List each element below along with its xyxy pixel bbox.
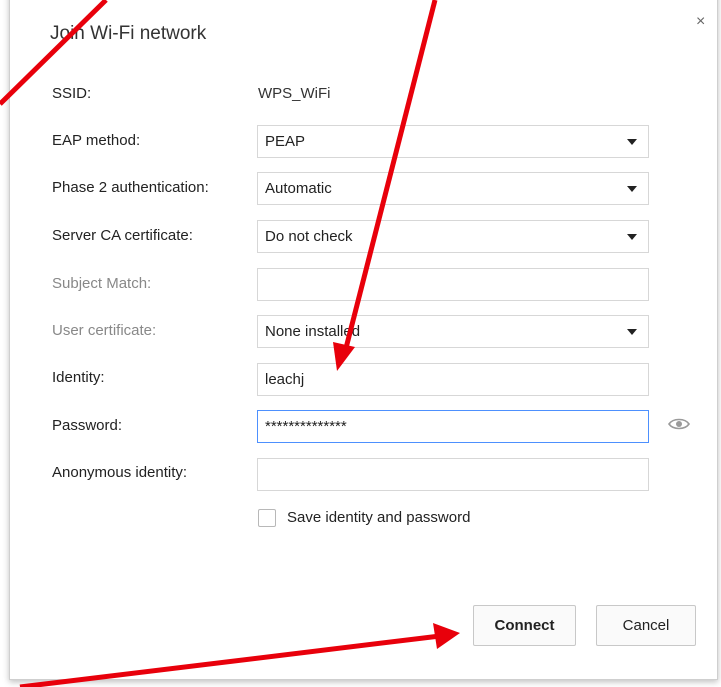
dialog-title: Join Wi-Fi network — [50, 23, 207, 44]
password-label: Password: — [52, 417, 123, 434]
caret-down-icon — [627, 139, 637, 145]
anonymous-identity-input[interactable] — [257, 458, 649, 491]
server-ca-select[interactable]: Do not check — [257, 220, 649, 253]
join-wifi-dialog: Join Wi-Fi network × SSID: WPS_WiFi EAP … — [9, 0, 718, 680]
identity-input[interactable]: leachj — [257, 363, 649, 396]
eye-icon[interactable] — [668, 416, 690, 432]
cancel-button[interactable]: Cancel — [596, 605, 696, 646]
phase2-label: Phase 2 authentication: — [52, 179, 209, 196]
save-credentials-label[interactable]: Save identity and password — [287, 509, 470, 526]
caret-down-icon — [627, 234, 637, 240]
phase2-value: Automatic — [265, 180, 332, 197]
save-credentials-checkbox[interactable] — [258, 509, 276, 527]
connect-button[interactable]: Connect — [473, 605, 576, 646]
eap-method-select[interactable]: PEAP — [257, 125, 649, 158]
eap-method-value: PEAP — [265, 133, 306, 150]
server-ca-label: Server CA certificate: — [52, 227, 193, 244]
server-ca-value: Do not check — [265, 228, 353, 245]
phase2-select[interactable]: Automatic — [257, 172, 649, 205]
user-certificate-label: User certificate: — [52, 322, 157, 339]
user-certificate-value: None installed — [265, 323, 361, 340]
close-icon[interactable]: × — [696, 13, 705, 31]
eap-method-label: EAP method: — [52, 132, 141, 149]
caret-down-icon — [627, 186, 637, 192]
ssid-label: SSID: — [52, 85, 92, 102]
subject-match-input[interactable] — [257, 268, 649, 301]
user-certificate-select[interactable]: None installed — [257, 315, 649, 348]
ssid-value: WPS_WiFi — [258, 85, 331, 102]
identity-label: Identity: — [52, 369, 105, 386]
anonymous-identity-label: Anonymous identity: — [52, 464, 188, 481]
subject-match-label: Subject Match: — [52, 275, 152, 292]
password-input[interactable]: ************** — [257, 410, 649, 443]
caret-down-icon — [627, 329, 637, 335]
